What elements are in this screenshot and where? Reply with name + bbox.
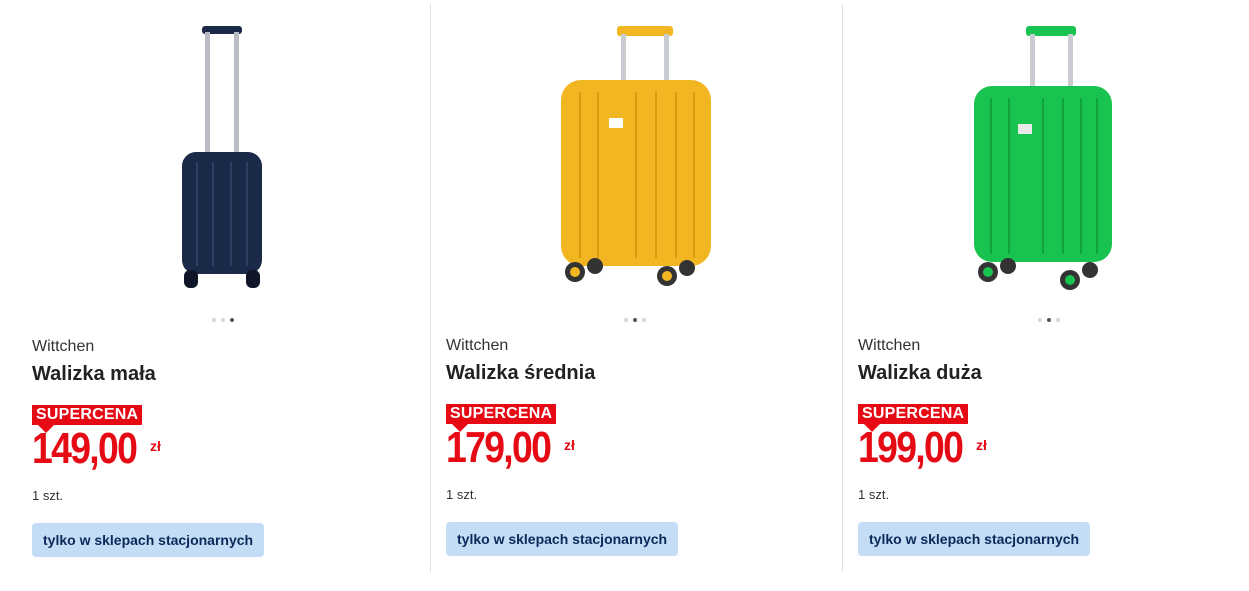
carousel-dot[interactable]: [221, 318, 225, 322]
carousel-dot[interactable]: [624, 318, 628, 322]
card-divider: [842, 4, 843, 572]
price-currency: zł: [564, 437, 575, 453]
carousel-dot-active[interactable]: [633, 318, 637, 322]
carousel-dot[interactable]: [1056, 318, 1060, 322]
price-currency: zł: [150, 438, 161, 454]
price-amount: 199,00: [858, 423, 964, 472]
product-image[interactable]: [858, 0, 1248, 305]
carousel-dot[interactable]: [642, 318, 646, 322]
badge-label: SUPERCENA: [446, 404, 557, 424]
product-title[interactable]: Walizka mała: [32, 363, 156, 386]
carousel-dot-active[interactable]: [230, 318, 234, 322]
product-title[interactable]: Walizka duża: [858, 362, 982, 385]
carousel-dot[interactable]: [212, 318, 216, 322]
product-image[interactable]: [32, 0, 422, 305]
product-brand: Wittchen: [32, 338, 95, 355]
supercena-badge: SUPERCENA: [32, 405, 143, 433]
badge-label: SUPERCENA: [858, 404, 969, 424]
product-price: 199,00 zł: [858, 423, 987, 473]
card-divider: [430, 4, 431, 572]
product-card[interactable]: Wittchen Walizka duża SUPERCENA 199,00 z…: [858, 0, 1248, 591]
carousel-dots[interactable]: [212, 318, 234, 324]
carousel-dots[interactable]: [1038, 318, 1060, 324]
availability-button[interactable]: tylko w sklepach stacjonarnych: [858, 522, 1091, 556]
product-grid: Wittchen Walizka mała SUPERCENA 149,00 z…: [0, 0, 1249, 591]
product-quantity: 1 szt.: [32, 488, 64, 503]
availability-button[interactable]: tylko w sklepach stacjonarnych: [446, 522, 679, 556]
carousel-dot[interactable]: [1038, 318, 1042, 322]
product-card[interactable]: Wittchen Walizka średnia SUPERCENA 179,0…: [446, 0, 836, 591]
carousel-dots[interactable]: [624, 318, 646, 324]
product-price: 179,00 zł: [446, 423, 575, 473]
product-title[interactable]: Walizka średnia: [446, 362, 595, 385]
carousel-dot-active[interactable]: [1047, 318, 1051, 322]
product-card[interactable]: Wittchen Walizka mała SUPERCENA 149,00 z…: [32, 0, 422, 591]
product-price: 149,00 zł: [32, 424, 161, 474]
suitcase-green-image: [974, 26, 1112, 290]
supercena-badge: SUPERCENA: [858, 404, 969, 432]
product-image[interactable]: [446, 0, 836, 305]
product-quantity: 1 szt.: [858, 487, 890, 502]
product-brand: Wittchen: [446, 337, 509, 354]
price-amount: 179,00: [446, 423, 552, 472]
availability-button[interactable]: tylko w sklepach stacjonarnych: [32, 523, 265, 557]
suitcase-yellow-image: [561, 26, 711, 286]
product-brand: Wittchen: [858, 337, 921, 354]
supercena-badge: SUPERCENA: [446, 404, 557, 432]
suitcase-navy-image: [182, 26, 262, 288]
product-quantity: 1 szt.: [446, 487, 478, 502]
price-amount: 149,00: [32, 424, 138, 473]
price-currency: zł: [976, 437, 987, 453]
badge-label: SUPERCENA: [32, 405, 143, 425]
